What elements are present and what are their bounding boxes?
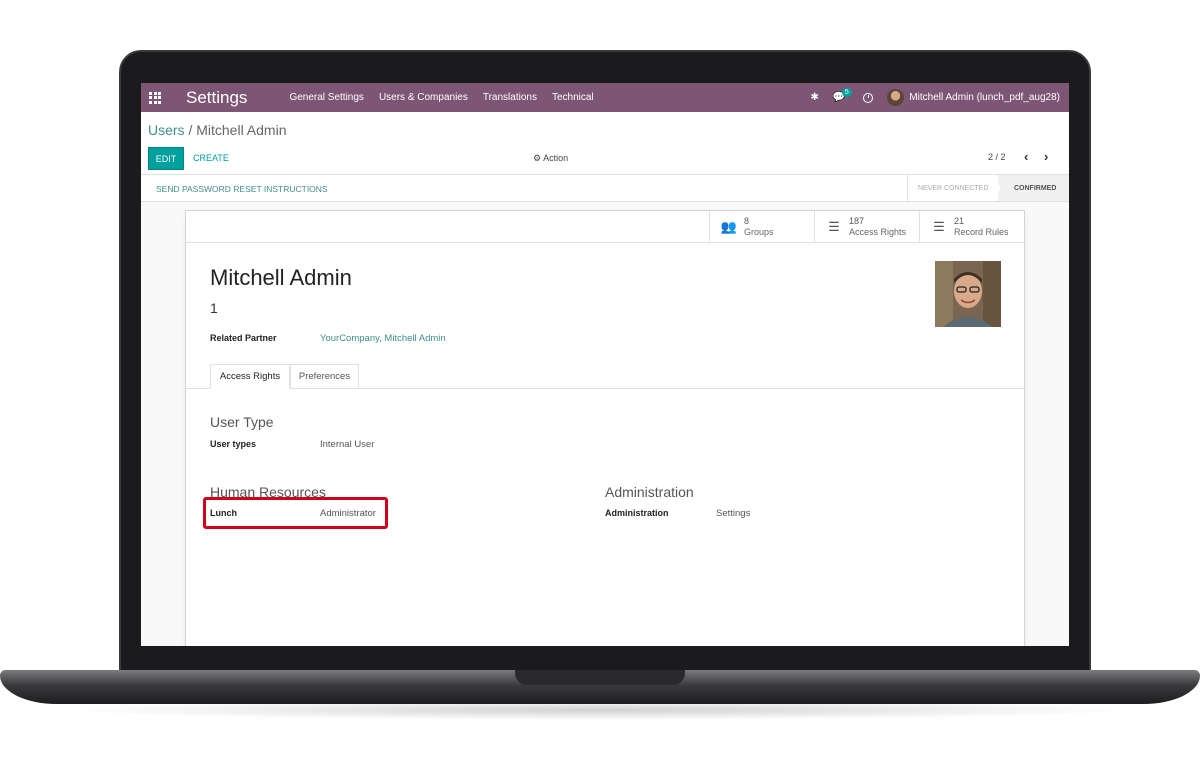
user-types-value[interactable]: Internal User [320, 439, 374, 450]
access-rights-smart-button[interactable]: ☰ 187 Access Rights [814, 211, 919, 243]
send-password-reset-button[interactable]: SEND PASSWORD RESET INSTRUCTIONS [156, 184, 328, 194]
list-icon: ☰ [828, 219, 840, 234]
stage-arrow [993, 175, 1001, 201]
groups-label: Groups [744, 227, 774, 237]
breadcrumb-separator: / [188, 122, 193, 138]
chat-icon[interactable]: 💬 5 [833, 88, 852, 103]
form-sheet: 👥 8 Groups ☰ 187 Access Rights ☰ 21 Reco… [185, 210, 1025, 646]
menu-technical[interactable]: Technical [552, 92, 594, 103]
edit-button[interactable]: EDIT [148, 147, 184, 170]
administration-value[interactable]: Settings [716, 508, 750, 519]
notebook-tabs: Access Rights Preferences [186, 364, 1024, 389]
groups-smart-button[interactable]: 👥 8 Groups [709, 211, 814, 243]
status-bar: SEND PASSWORD RESET INSTRUCTIONS NEVER C… [141, 175, 1069, 202]
apps-menu-icon[interactable] [149, 91, 163, 104]
smart-button-box: 👥 8 Groups ☰ 187 Access Rights ☰ 21 Reco… [186, 211, 1024, 243]
pager-value[interactable]: 2 / 2 [988, 152, 1006, 162]
menu-users-companies[interactable]: Users & Companies [379, 92, 468, 103]
create-button[interactable]: CREATE [193, 153, 229, 163]
stage-confirmed: CONFIRMED [998, 175, 1069, 201]
pager-next-icon[interactable]: › [1044, 149, 1048, 164]
menu-general-settings[interactable]: General Settings [289, 92, 364, 103]
lunch-highlight-box [203, 497, 388, 529]
administration-section-title: Administration [605, 484, 694, 500]
access-rights-label: Access Rights [849, 227, 907, 237]
user-photo[interactable] [935, 261, 1001, 327]
top-navbar: Settings General Settings Users & Compan… [141, 83, 1069, 112]
breadcrumb-current: Mitchell Admin [196, 122, 287, 138]
app-title[interactable]: Settings [186, 88, 247, 108]
control-panel: Users / Mitchell Admin EDIT CREATE ⚙ Act… [141, 112, 1069, 175]
laptop-notch [515, 670, 685, 685]
record-rules-smart-button[interactable]: ☰ 21 Record Rules [919, 211, 1024, 243]
user-menu[interactable]: Mitchell Admin (lunch_pdf_aug28) [909, 92, 1060, 103]
user-type-section-title: User Type [210, 414, 274, 430]
gear-icon: ⚙ [533, 153, 542, 163]
related-partner-link[interactable]: YourCompany, Mitchell Admin [320, 333, 446, 344]
groups-count: 8 [744, 216, 750, 226]
user-avatar[interactable] [887, 89, 905, 106]
menu-translations[interactable]: Translations [483, 92, 537, 103]
tab-access-rights[interactable]: Access Rights [210, 364, 290, 389]
user-name-title: Mitchell Admin [210, 265, 352, 290]
navbar-right: ✱ 💬 5 Mitchell Admin (lunch_pdf_aug28) [811, 88, 1070, 106]
related-partner-label: Related Partner [210, 333, 277, 343]
record-rules-label: Record Rules [954, 227, 1009, 237]
breadcrumb-users[interactable]: Users [148, 122, 185, 138]
user-login: 1 [210, 300, 218, 316]
breadcrumb: Users / Mitchell Admin [148, 122, 287, 138]
activity-clock-icon[interactable] [863, 92, 874, 103]
screen: Settings General Settings Users & Compan… [141, 83, 1069, 646]
stage-never-connected: NEVER CONNECTED [907, 175, 997, 201]
list-icon: ☰ [933, 219, 945, 234]
access-rights-count: 187 [849, 216, 865, 226]
tab-preferences[interactable]: Preferences [290, 364, 359, 389]
action-label: Action [543, 153, 569, 163]
debug-bug-icon[interactable]: ✱ [811, 92, 819, 103]
action-menu-button[interactable]: ⚙ Action [533, 153, 568, 164]
users-icon: 👥 [720, 219, 738, 234]
administration-label: Administration [605, 508, 669, 518]
user-types-label: User types [210, 439, 257, 449]
pager-previous-icon[interactable]: ‹ [1024, 149, 1028, 164]
message-count-badge: 5 [841, 88, 852, 97]
record-rules-count: 21 [954, 216, 965, 226]
